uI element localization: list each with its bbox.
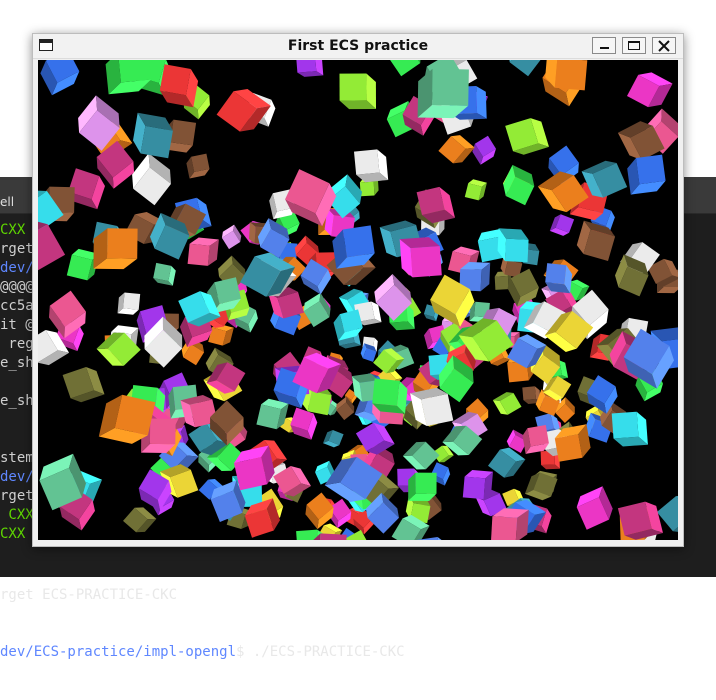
cube	[62, 367, 105, 403]
cube	[505, 118, 549, 155]
terminal-line: rget ECS-PRACTICE-CKC	[0, 587, 178, 603]
close-icon	[658, 40, 670, 52]
window-title: First ECS practice	[287, 38, 429, 54]
terminal-prompt-path: dev/ECS-practice/impl-opengl	[0, 644, 237, 660]
close-button[interactable]	[652, 37, 676, 54]
cube	[509, 60, 541, 77]
cube	[410, 387, 454, 426]
cube	[464, 179, 487, 201]
cube	[549, 214, 575, 236]
cube	[339, 73, 376, 110]
cube	[372, 378, 408, 414]
cube	[399, 237, 442, 278]
terminal-bottom-lines: rget ECS-PRACTICE-CKC dev/ECS-practice/i…	[0, 548, 716, 700]
cube	[503, 164, 535, 206]
cube	[611, 411, 648, 447]
maximize-icon	[628, 41, 640, 50]
maximize-button[interactable]	[622, 37, 646, 54]
cube	[153, 262, 176, 286]
cube	[216, 89, 271, 132]
cube	[38, 221, 66, 271]
cube	[417, 68, 469, 119]
cube	[627, 72, 673, 108]
cube	[117, 292, 141, 315]
cube	[221, 224, 242, 250]
cube	[323, 430, 344, 448]
cube	[93, 228, 138, 270]
terminal-command: $ ./ECS-PRACTICE-CKC	[236, 644, 405, 660]
cube	[296, 60, 324, 77]
cube	[390, 60, 421, 77]
cube	[576, 486, 613, 530]
app-window[interactable]: First ECS practice	[32, 33, 684, 547]
cube	[627, 154, 666, 195]
cube	[40, 60, 80, 96]
desktop: ell CXX rget dev/@@@@ cc5a it @ reg e_sh e_sh s…	[0, 0, 716, 660]
cube	[472, 135, 496, 165]
cube	[522, 425, 549, 454]
minimize-icon	[600, 47, 609, 49]
cube	[133, 112, 173, 159]
render-canvas[interactable]	[38, 60, 678, 540]
cube	[305, 492, 334, 530]
cube	[438, 135, 475, 164]
cube	[492, 392, 522, 415]
minimize-button[interactable]	[592, 37, 616, 54]
cube-scene	[38, 60, 678, 540]
cube	[159, 64, 199, 108]
cube	[208, 324, 234, 346]
cube	[497, 228, 529, 263]
cube	[408, 472, 437, 501]
cube	[462, 470, 493, 500]
app-titlebar[interactable]: First ECS practice	[33, 34, 683, 59]
cube	[132, 153, 171, 206]
cube	[186, 153, 210, 179]
cube	[617, 501, 663, 540]
terminal-tab-label[interactable]: ell	[0, 195, 14, 209]
cube	[187, 237, 219, 266]
terminal-prompt-line: dev/ECS-practice/impl-opengl$ ./ECS-PRAC…	[0, 643, 716, 662]
cube	[123, 507, 157, 533]
cube	[354, 149, 389, 183]
cube	[402, 441, 440, 470]
